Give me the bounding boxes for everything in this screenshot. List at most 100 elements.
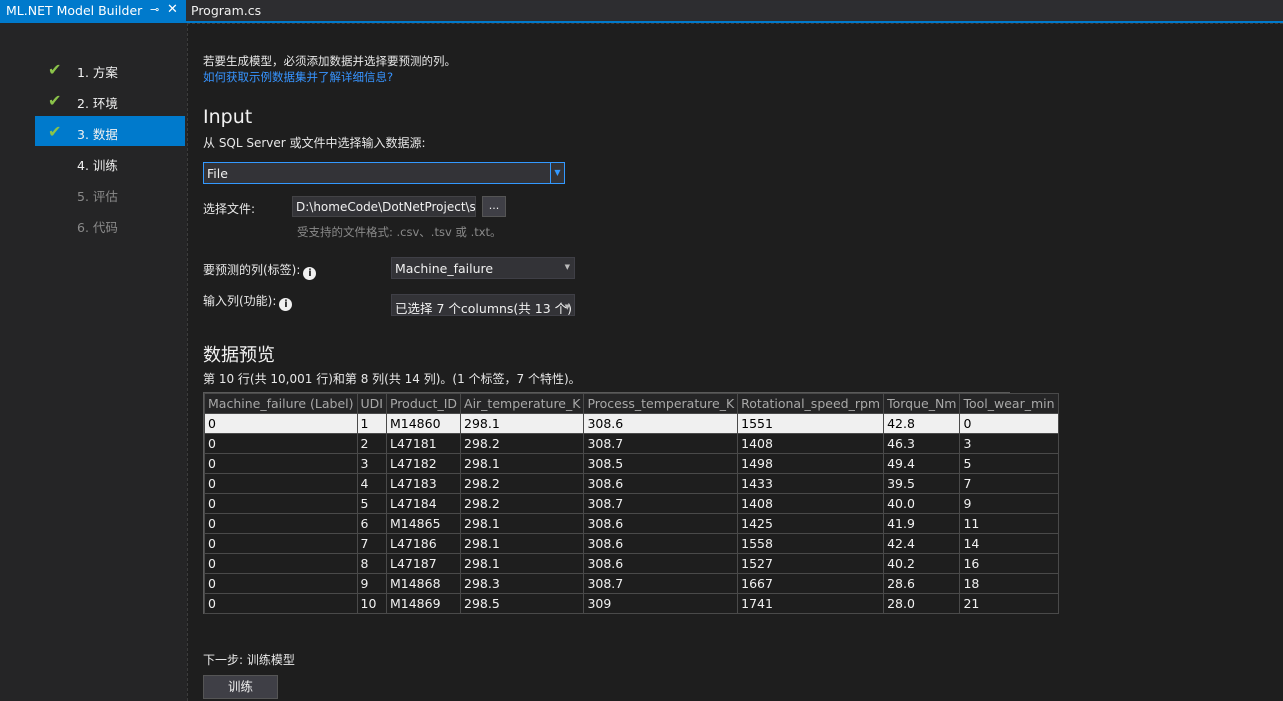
table-cell: 3 [356, 453, 387, 474]
column-header[interactable]: Rotational_speed_rpm [737, 393, 885, 414]
table-cell: 3 [959, 433, 1059, 454]
feature-columns-text: 输入列(功能): [203, 294, 277, 308]
preview-heading: 数据预览 [203, 345, 275, 366]
table-cell: L47183 [385, 473, 462, 494]
label-column-value: Machine_failure [395, 261, 494, 276]
table-cell: 21 [959, 593, 1059, 614]
next-step-label: 下一步: 训练模型 [203, 653, 295, 667]
table-cell: 28.6 [883, 573, 961, 594]
table-cell: 0 [204, 433, 358, 454]
intro-text: 若要生成模型，必须添加数据并选择要预测的列。 [203, 54, 456, 68]
tab-model-builder[interactable]: ML.NET Model Builder ⊸ ✕ [0, 0, 186, 21]
check-icon: ✔ [48, 91, 62, 110]
table-cell: 1498 [737, 453, 885, 474]
column-header[interactable]: Torque_Nm [883, 393, 961, 414]
label-column-label: 要预测的列(标签): i [203, 261, 317, 280]
table-cell: 1551 [737, 413, 885, 434]
table-cell: 42.8 [883, 413, 961, 434]
table-cell: 298.3 [460, 573, 585, 594]
label-column-dropdown[interactable]: Machine_failure ▼ [391, 257, 575, 279]
table-cell: 298.1 [460, 533, 585, 554]
sidebar-item-data[interactable]: ✔ 3. 数据 [35, 116, 185, 146]
table-cell: 28.0 [883, 593, 961, 614]
sidebar-item-label: 6. 代码 [77, 220, 118, 235]
table-row[interactable]: 0 10 M14869 298.5 309 1741 28.0 21 [204, 593, 1059, 614]
table-row[interactable]: 0 7 L47186 298.1 308.6 1558 42.4 14 [204, 533, 1059, 554]
table-cell: 5 [356, 493, 387, 514]
table-row[interactable]: 0 9 M14868 298.3 308.7 1667 28.6 18 [204, 573, 1059, 594]
table-cell: 308.5 [583, 453, 739, 474]
table-row[interactable]: 0 1 M14860 298.1 308.6 1551 42.8 0 [204, 413, 1059, 434]
chevron-down-icon: ▼ [564, 263, 570, 271]
table-cell: 0 [204, 553, 358, 574]
document-tab-bar: ML.NET Model Builder ⊸ ✕ Program.cs [0, 0, 1283, 21]
chevron-down-icon[interactable]: ▼ [550, 163, 564, 183]
feature-columns-dropdown[interactable]: 已选择 7 个columns(共 13 个) ▼ [391, 294, 575, 316]
table-cell: L47187 [385, 553, 462, 574]
table-cell: M14865 [385, 513, 462, 534]
close-icon[interactable]: ✕ [167, 2, 178, 17]
table-cell: 0 [204, 573, 358, 594]
table-cell: 1433 [737, 473, 885, 494]
table-cell: 4 [356, 473, 387, 494]
info-icon[interactable]: i [303, 267, 317, 280]
sidebar-item-environment[interactable]: ✔ 2. 环境 [35, 85, 185, 115]
table-cell: 8 [356, 553, 387, 574]
table-cell: L47181 [385, 433, 462, 454]
sidebar-item-scenario[interactable]: ✔ 1. 方案 [35, 54, 185, 84]
data-source-dropdown[interactable]: File ▼ [203, 162, 565, 184]
sidebar-item-label: 3. 数据 [77, 127, 118, 142]
info-icon[interactable]: i [279, 298, 293, 311]
table-row[interactable]: 0 4 L47183 298.2 308.6 1433 39.5 7 [204, 473, 1059, 494]
table-cell: 11 [959, 513, 1059, 534]
table-cell: 308.6 [583, 513, 739, 534]
table-cell: 308.7 [583, 573, 739, 594]
file-label: 选择文件: [203, 202, 256, 216]
column-header[interactable]: Process_temperature_K [583, 393, 739, 414]
sidebar-item-train[interactable]: 4. 训练 [35, 147, 185, 177]
table-cell: 298.5 [460, 593, 585, 614]
train-button[interactable]: 训练 [203, 675, 278, 699]
table-cell: M14868 [385, 573, 462, 594]
table-row[interactable]: 0 6 M14865 298.1 308.6 1425 41.9 11 [204, 513, 1059, 534]
browse-button[interactable]: ... [482, 196, 506, 217]
table-cell: 308.6 [583, 413, 739, 434]
data-preview-table[interactable]: Machine_failure (Label) UDI Product_ID Air_… [204, 393, 1059, 614]
column-header[interactable]: UDI [356, 393, 387, 414]
table-cell: 0 [204, 473, 358, 494]
file-path-input[interactable]: D:\homeCode\DotNetProject\st [292, 196, 476, 217]
column-header[interactable]: Product_ID [385, 393, 462, 414]
chevron-down-icon: ▼ [564, 303, 570, 311]
tab-program-cs[interactable]: Program.cs [186, 0, 268, 21]
sidebar-item-label: 2. 环境 [77, 96, 118, 111]
pin-icon[interactable]: ⊸ [150, 3, 159, 16]
help-link[interactable]: 如何获取示例数据集并了解详细信息? [203, 69, 393, 85]
table-cell: 39.5 [883, 473, 961, 494]
column-header[interactable]: Machine_failure (Label) [204, 393, 358, 414]
column-header[interactable]: Tool_wear_min [959, 393, 1059, 414]
table-cell: 0 [204, 493, 358, 514]
table-cell: 0 [204, 453, 358, 474]
table-row[interactable]: 0 8 L47187 298.1 308.6 1527 40.2 16 [204, 553, 1059, 574]
table-row[interactable]: 0 2 L47181 298.2 308.7 1408 46.3 3 [204, 433, 1059, 454]
table-cell: 40.0 [883, 493, 961, 514]
feature-columns-value: 已选择 7 个columns(共 13 个) [395, 301, 573, 316]
table-cell: 298.2 [460, 473, 585, 494]
table-cell: 298.1 [460, 553, 585, 574]
table-cell: 10 [356, 593, 387, 614]
table-cell: L47184 [385, 493, 462, 514]
table-cell: 1425 [737, 513, 885, 534]
table-cell: 9 [356, 573, 387, 594]
table-row[interactable]: 0 3 L47182 298.1 308.5 1498 49.4 5 [204, 453, 1059, 474]
table-cell: 16 [959, 553, 1059, 574]
table-cell: 18 [959, 573, 1059, 594]
table-cell: 1667 [737, 573, 885, 594]
table-cell: 14 [959, 533, 1059, 554]
table-cell: 0 [204, 413, 358, 434]
table-row[interactable]: 0 5 L47184 298.2 308.7 1408 40.0 9 [204, 493, 1059, 514]
sidebar-item-label: 1. 方案 [77, 65, 118, 80]
data-step-panel: 若要生成模型，必须添加数据并选择要预测的列。 如何获取示例数据集并了解详细信息?… [187, 23, 1283, 701]
table-cell: M14860 [385, 413, 462, 434]
column-header[interactable]: Air_temperature_K [460, 393, 585, 414]
table-cell: 1408 [737, 433, 885, 454]
